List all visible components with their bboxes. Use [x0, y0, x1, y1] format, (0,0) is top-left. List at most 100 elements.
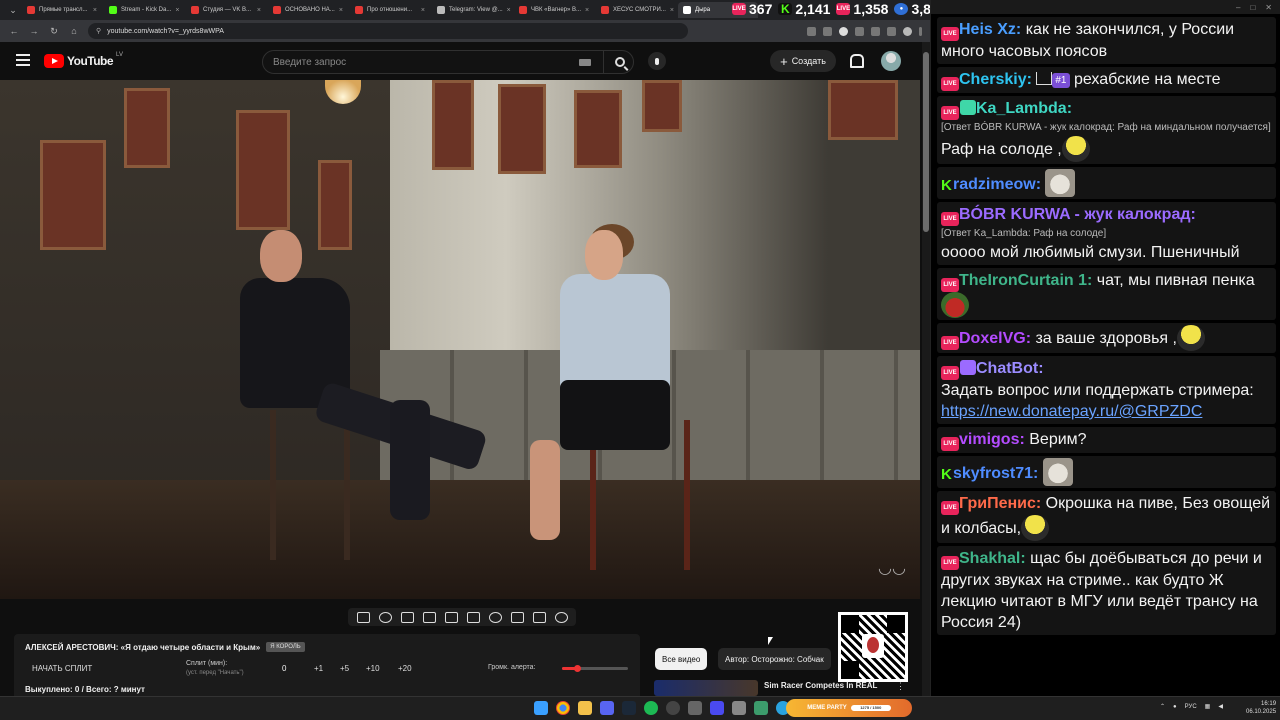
voice-search-icon[interactable] [648, 52, 666, 70]
more-vertical-icon[interactable]: ⋮ [896, 681, 905, 692]
steam-icon[interactable] [622, 701, 636, 715]
obs-icon[interactable] [666, 701, 680, 715]
tab-list-icon[interactable]: ⌄ [6, 3, 20, 17]
video-filter-icon[interactable] [400, 611, 414, 623]
create-button[interactable]: + Создать [770, 50, 836, 72]
youtube-logo[interactable]: YouTube LV [44, 52, 123, 68]
download-icon[interactable] [887, 26, 896, 36]
search-input[interactable]: Введите запрос [262, 50, 634, 74]
avatar[interactable] [881, 51, 901, 71]
increment-button[interactable]: +10 [366, 664, 380, 673]
reload-icon[interactable]: ↻ [48, 25, 60, 37]
url-field[interactable]: ⚲ youtube.com/watch?v=_yyrds8wWPA [88, 23, 688, 39]
tab-close-icon[interactable]: × [670, 7, 674, 14]
meme-party-widget[interactable]: MEME PARTY 1275 / 1500 [786, 699, 912, 717]
chat-username[interactable]: TheIronCurtain 1 [959, 272, 1087, 289]
minimize-icon[interactable]: – [1236, 3, 1240, 12]
tab-close-icon[interactable]: × [339, 7, 343, 14]
media-player-icon[interactable] [710, 701, 724, 715]
chat-username[interactable]: Ka_Lambda [976, 100, 1067, 117]
increment-button[interactable]: +5 [340, 664, 349, 673]
pip-icon[interactable] [444, 611, 458, 623]
browser-tab[interactable]: ЧВК «Вагнер» В... × [514, 2, 594, 18]
chip-author[interactable]: Автор: Осторожно: Собчак [718, 648, 831, 670]
video-player[interactable]: ◡◡ [0, 80, 920, 599]
back-icon[interactable]: ← [8, 25, 20, 37]
notifications-bell-icon[interactable] [849, 54, 864, 68]
network-icon[interactable]: ▦ [1205, 703, 1211, 710]
chat-username[interactable]: Shakhal [959, 550, 1020, 567]
browser-tab[interactable]: Студия — VK В... × [186, 2, 266, 18]
chat-username[interactable]: Heis Xz [959, 21, 1016, 38]
tab-close-icon[interactable]: × [93, 7, 97, 14]
browser-tab[interactable]: Telegram: View @... × [432, 2, 512, 18]
tab-close-icon[interactable]: × [257, 7, 261, 14]
tab-close-icon[interactable]: × [421, 7, 425, 14]
search-button[interactable] [603, 50, 635, 74]
recommended-title[interactable]: Sim Racer Competes In REAL [764, 681, 877, 690]
settings-gear-icon[interactable] [554, 611, 568, 623]
audio-icon[interactable] [378, 611, 392, 623]
add-icon[interactable] [510, 611, 524, 623]
browser-tab[interactable]: Stream - Kick Da... × [104, 2, 184, 18]
scrollbar-thumb[interactable] [923, 52, 929, 232]
app-icon[interactable] [688, 701, 702, 715]
split-value[interactable]: 0 [282, 664, 286, 673]
volume-icon[interactable]: ◀ [1218, 703, 1223, 710]
extension-icon[interactable] [839, 26, 848, 36]
chat-username[interactable]: Cherskiy [959, 71, 1027, 88]
chat-link[interactable]: https://new.donatepay.ru/@GRPZDC [941, 403, 1202, 420]
puzzle-icon[interactable] [871, 26, 880, 36]
loop-icon[interactable] [356, 611, 370, 623]
screenshot-icon[interactable] [532, 611, 546, 623]
chrome-icon[interactable] [556, 701, 570, 715]
extension-icon[interactable] [807, 26, 816, 36]
discord-icon[interactable] [600, 701, 614, 715]
browser-tab[interactable]: Про отношени... × [350, 2, 430, 18]
hamburger-menu-icon[interactable] [16, 54, 30, 66]
chat-username[interactable]: ChatBot [976, 360, 1038, 377]
chat-username[interactable]: radzimeow [953, 176, 1036, 193]
profile-icon[interactable] [903, 26, 912, 36]
clock[interactable]: 16:19 06.10.2025 [1246, 700, 1276, 716]
chevron-up-icon[interactable]: ⌃ [1160, 703, 1165, 710]
spotify-icon[interactable] [644, 701, 658, 715]
mic-icon[interactable]: ● [1173, 704, 1177, 710]
browser-tab[interactable]: ОСНОВАНО НА... × [268, 2, 348, 18]
start-split-button[interactable]: НАЧАТЬ СПЛИТ [32, 664, 92, 673]
app-icon[interactable] [732, 701, 746, 715]
alert-volume-knob[interactable] [573, 665, 581, 672]
tab-close-icon[interactable]: × [175, 7, 179, 14]
chip-all-videos[interactable]: Все видео [655, 648, 708, 670]
forward-icon[interactable]: → [28, 25, 40, 37]
maximize-icon[interactable]: □ [1250, 3, 1255, 12]
chat-username[interactable]: BÓBR KURWA - жук калокрад [959, 206, 1191, 223]
windows-start-icon[interactable] [534, 701, 548, 715]
language-indicator[interactable]: РУС [1185, 704, 1197, 710]
keyboard-icon[interactable] [579, 59, 591, 66]
speed-icon[interactable] [488, 611, 502, 623]
browser-tab[interactable]: ХЕСУС СМОТРИ... × [596, 2, 676, 18]
increment-button[interactable]: +20 [398, 664, 412, 673]
clapperboard-icon[interactable] [422, 611, 436, 623]
app-icon[interactable] [754, 701, 768, 715]
folder-icon[interactable] [578, 701, 592, 715]
recommended-thumbnail[interactable] [654, 680, 758, 696]
tab-close-icon[interactable]: × [507, 7, 511, 14]
chat-username[interactable]: ГриПенис [959, 495, 1036, 512]
extension-icon[interactable] [823, 26, 832, 36]
home-icon[interactable]: ⌂ [68, 25, 80, 37]
chat-username[interactable]: skyfrost71 [953, 465, 1033, 482]
site-info-icon[interactable]: ⚲ [96, 27, 101, 35]
close-icon[interactable]: ✕ [1265, 3, 1272, 12]
page-scrollbar[interactable] [922, 42, 930, 696]
cinema-mode-icon[interactable] [466, 611, 480, 623]
extension-icon[interactable] [855, 26, 864, 36]
chat-username[interactable]: DoxelVG [959, 330, 1026, 347]
chat-username[interactable]: vimigos [959, 431, 1019, 448]
browser-tab[interactable]: Прямые трансл... × [22, 2, 102, 18]
alert-volume-slider[interactable] [562, 665, 628, 672]
increment-button[interactable]: +1 [314, 664, 323, 673]
tab-close-icon[interactable]: × [585, 7, 589, 14]
menu-icon[interactable] [919, 26, 922, 36]
